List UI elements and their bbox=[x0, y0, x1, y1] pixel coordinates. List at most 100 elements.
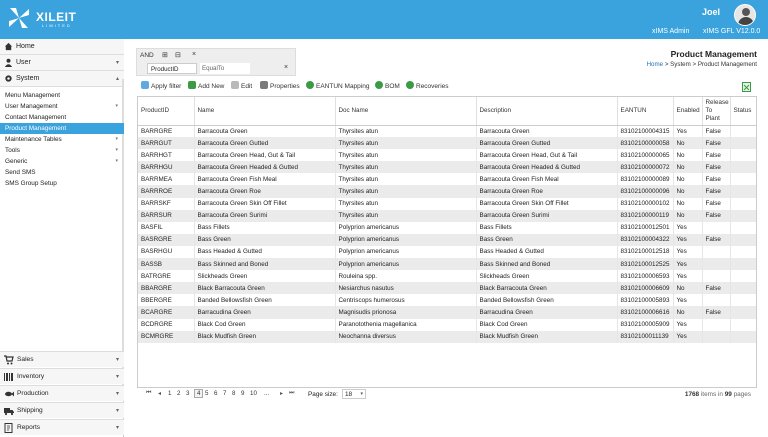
table-row[interactable]: BARRROE Barracouta Green Roe Thyrsites atu… bbox=[138, 185, 756, 198]
filter-operator-select[interactable]: EqualTo bbox=[200, 63, 250, 74]
eantun-mapping-button[interactable]: EANTUN Mapping bbox=[306, 81, 369, 92]
table-row[interactable]: BARRHGU Barracouta Green Headed & Gutted T… bbox=[138, 161, 756, 174]
page-link[interactable]: 5 bbox=[205, 390, 208, 397]
items-info: 1768 items in 99 pages bbox=[685, 391, 751, 398]
column-header-enabled[interactable]: Enabled bbox=[673, 97, 703, 126]
truck-icon bbox=[4, 408, 14, 416]
table-row[interactable]: BARRGRE Barracouta Green Thyrsites atun Bar… bbox=[138, 125, 756, 138]
table-row[interactable]: BCDRGRE Black Cod Green Paranotothenia mag… bbox=[138, 318, 756, 331]
sidebar-item-reports[interactable]: Reports ▾ bbox=[0, 419, 124, 435]
product-table: ProductID Name Doc Name Description EANT… bbox=[138, 97, 756, 343]
prev-page-icon[interactable]: ◂ bbox=[158, 390, 161, 397]
cell-status bbox=[730, 330, 756, 343]
table-row[interactable]: BASFIL Bass Fillets Polyprion americanus Ba… bbox=[138, 221, 756, 234]
cell-doc-name: Thyrsites atun bbox=[335, 125, 477, 138]
sidebar-item-tools[interactable]: Tools ▾ bbox=[0, 145, 124, 156]
page-link[interactable]: 2 bbox=[177, 390, 180, 397]
sidebar-item-label: Menu Management bbox=[5, 92, 61, 99]
next-page-icon[interactable]: ▸ bbox=[280, 390, 283, 397]
company-logo[interactable]: XILEIT LIMITED bbox=[6, 5, 88, 31]
cell-description: Bass Fillets bbox=[476, 221, 618, 234]
user-name[interactable]: Joel bbox=[702, 7, 720, 17]
table-row[interactable]: BBARGRE Black Barracouta Green Nesiarchus … bbox=[138, 282, 756, 295]
first-page-icon[interactable]: ⏮ bbox=[146, 390, 151, 397]
recoveries-icon bbox=[406, 81, 414, 89]
table-row[interactable]: BCARGRE Barracudina Green Magnisudis prion… bbox=[138, 306, 756, 319]
page-link[interactable]: 9 bbox=[241, 390, 244, 397]
cell-enabled: No bbox=[673, 197, 703, 210]
sidebar-item-home[interactable]: Home bbox=[0, 39, 124, 55]
table-row[interactable]: BARRHGT Barracouta Green Head, Gut & Tail… bbox=[138, 149, 756, 162]
cell-enabled: No bbox=[673, 209, 703, 222]
chevron-down-icon: ▾ bbox=[115, 357, 119, 363]
sidebar-item-system[interactable]: System ▴ bbox=[0, 71, 124, 87]
table-row[interactable]: BCMRGRE Black Mudfish Green Neochanna dive… bbox=[138, 330, 756, 343]
sidebar-item-sales[interactable]: Sales ▾ bbox=[0, 351, 124, 367]
cell-doc-name: Magnisudis prionosa bbox=[335, 306, 477, 319]
sidebar-item-maintenance-tables[interactable]: Maintenance Tables ▾ bbox=[0, 134, 124, 145]
table-row[interactable]: BARRSUR Barracouta Green Surimi Thyrsites … bbox=[138, 209, 756, 222]
cell-description: Bass Headed & Gutted bbox=[476, 245, 618, 259]
bom-button[interactable]: BOM bbox=[375, 81, 400, 92]
sidebar-item-shipping[interactable]: Shipping ▾ bbox=[0, 402, 124, 418]
close-icon[interactable]: × bbox=[192, 51, 196, 58]
cell-enabled: Yes bbox=[673, 270, 703, 283]
sidebar-item-label: User bbox=[16, 59, 31, 66]
page-link[interactable]: 6 bbox=[214, 390, 217, 397]
filter-field-value: ProductID bbox=[151, 66, 179, 73]
sidebar-item-user[interactable]: User ▾ bbox=[0, 55, 124, 71]
column-header-doc-name[interactable]: Doc Name bbox=[335, 97, 477, 126]
sidebar-item-contact-management[interactable]: Contact Management bbox=[0, 112, 124, 123]
column-header-productid[interactable]: ProductID bbox=[138, 97, 195, 126]
column-header-description[interactable]: Description bbox=[476, 97, 618, 126]
page-link[interactable]: 7 bbox=[223, 390, 226, 397]
table-row[interactable]: BARRGUT Barracouta Green Gutted Thyrsites … bbox=[138, 137, 756, 150]
apply-filter-button[interactable]: Apply filter bbox=[141, 81, 181, 92]
sidebar-item-production[interactable]: Production ▾ bbox=[0, 385, 124, 401]
sidebar-item-generic[interactable]: Generic ▾ bbox=[0, 156, 124, 167]
column-header-name[interactable]: Name bbox=[194, 97, 336, 126]
sidebar-item-menu-management[interactable]: Menu Management bbox=[0, 90, 124, 101]
table-row[interactable]: BASRHGU Bass Headed & Gutted Polyprion ame… bbox=[138, 245, 756, 259]
column-header-eantun[interactable]: EANTUN bbox=[617, 97, 674, 126]
table-row[interactable]: BATRGRE Slickheads Green Rouleina spp. Slic… bbox=[138, 270, 756, 283]
breadcrumb-path: > System > Product Management bbox=[663, 61, 757, 68]
add-group-icon[interactable]: ⊟ bbox=[175, 51, 185, 59]
recoveries-button[interactable]: Recoveries bbox=[406, 81, 449, 92]
page-link-more[interactable]: ... bbox=[264, 390, 269, 397]
add-new-button[interactable]: Add New bbox=[188, 81, 224, 92]
cell-doc-name: Polyprion americanus bbox=[335, 233, 477, 246]
sidebar-item-product-management[interactable]: Product Management bbox=[0, 123, 124, 134]
page-link[interactable]: 8 bbox=[232, 390, 235, 397]
properties-button[interactable]: Properties bbox=[260, 81, 300, 92]
page-link-current[interactable]: 4 bbox=[194, 389, 204, 398]
page-size-select[interactable]: 18 ▾ bbox=[342, 389, 366, 399]
export-excel-icon[interactable] bbox=[742, 82, 751, 92]
breadcrumb-home-link[interactable]: Home bbox=[647, 61, 664, 68]
table-row[interactable]: BASRGRE Bass Green Polyprion americanus Bas… bbox=[138, 233, 756, 246]
top-header: XILEIT LIMITED Joel xIMS Admin xIMS GFL … bbox=[0, 0, 768, 39]
cell-status bbox=[730, 318, 756, 331]
table-row[interactable]: BARRSKF Barracouta Green Skin Off Fillet T… bbox=[138, 197, 756, 210]
edit-button[interactable]: Edit bbox=[231, 81, 252, 92]
add-condition-icon[interactable]: ⊞ bbox=[162, 51, 172, 59]
table-row[interactable]: BARRMEA Barracouta Green Fish Meal Thyrsit… bbox=[138, 173, 756, 186]
sidebar-item-sms-group-setup[interactable]: SMS Group Setup bbox=[0, 178, 124, 189]
table-row[interactable]: BASSB Bass Skinned and Boned Polyprion ame… bbox=[138, 258, 756, 271]
avatar[interactable] bbox=[734, 4, 756, 26]
page-link[interactable]: 10 bbox=[250, 390, 257, 397]
page-link[interactable]: 3 bbox=[186, 390, 189, 397]
column-header-status[interactable]: Status bbox=[730, 97, 756, 126]
last-page-icon[interactable]: ⏭ bbox=[289, 390, 294, 397]
remove-condition-icon[interactable]: × bbox=[284, 64, 288, 71]
cell-release-to-plant: False bbox=[702, 197, 731, 210]
sidebar-item-user-management[interactable]: User Management ▾ bbox=[0, 101, 124, 112]
table-row[interactable]: BBERGRE Banded Bellowsfish Green Centrisco… bbox=[138, 294, 756, 307]
page-size-label: Page size: bbox=[308, 391, 338, 398]
sidebar-item-inventory[interactable]: Inventory ▾ bbox=[0, 368, 124, 384]
page-link[interactable]: 1 bbox=[168, 390, 171, 397]
sidebar-item-send-sms[interactable]: Send SMS bbox=[0, 167, 124, 178]
column-header-release-to-plant[interactable]: Release To Plant bbox=[702, 97, 731, 126]
filter-field-select[interactable]: ProductID bbox=[147, 63, 197, 74]
filter-logic-label[interactable]: AND bbox=[140, 52, 154, 59]
